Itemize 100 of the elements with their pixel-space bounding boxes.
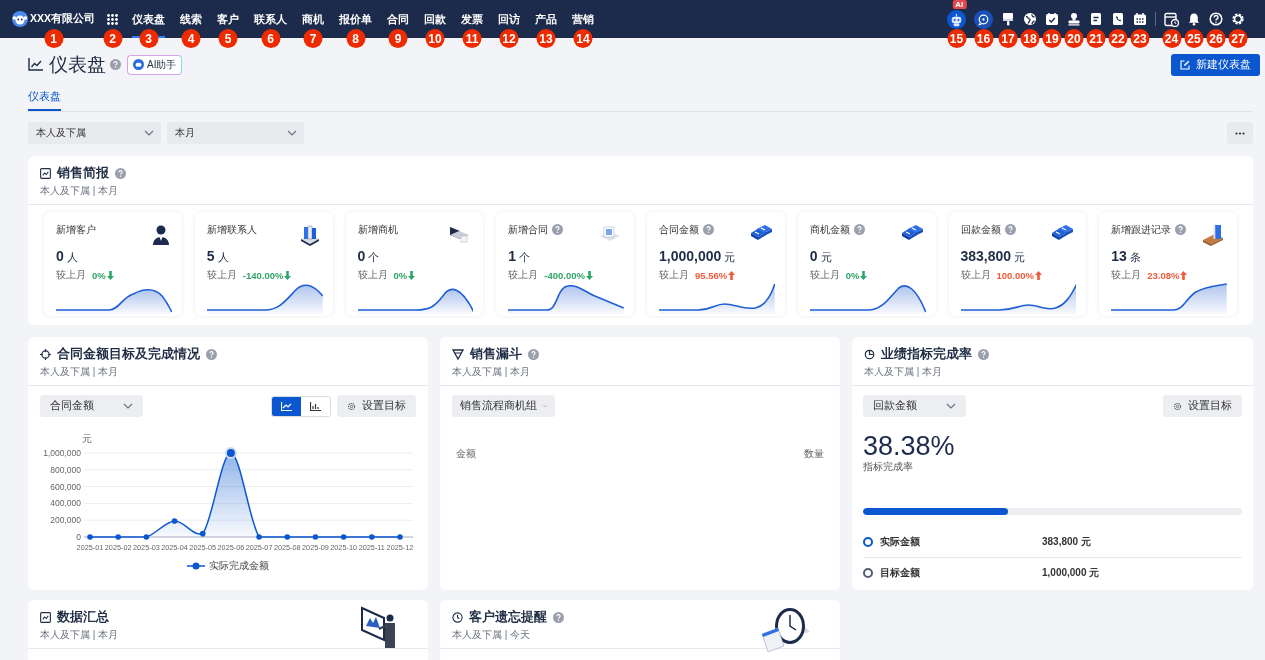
- chat-icon[interactable]: [974, 9, 993, 29]
- nav-tab[interactable]: 回款: [424, 12, 446, 26]
- nav-tab[interactable]: 产品: [535, 12, 557, 26]
- compare-label: 较上月: [659, 268, 689, 282]
- change-value: 100.00%: [996, 269, 1034, 281]
- nav-tab[interactable]: 回访: [498, 12, 520, 26]
- kpi-card[interactable]: 新增商机 0 个 较上月 0%: [345, 212, 484, 316]
- funnel-icon: [452, 349, 464, 360]
- kpi-unit: 个: [368, 250, 380, 265]
- pie-chart-icon: [864, 349, 875, 360]
- filter-dropdown[interactable]: 本月: [167, 122, 304, 144]
- apps-grid-icon[interactable]: [107, 13, 118, 25]
- number-marker: 20: [1064, 29, 1084, 48]
- chart-point: [340, 534, 347, 540]
- nav-tab[interactable]: 营销: [572, 12, 594, 26]
- chevron-down-icon: [123, 403, 133, 409]
- nav-tab[interactable]: 报价单: [339, 12, 372, 26]
- globe-icon[interactable]: [1023, 12, 1037, 26]
- set-target-button[interactable]: 设置目标: [1163, 395, 1242, 417]
- chart-point: [171, 518, 178, 524]
- line-view-button[interactable]: [272, 396, 301, 416]
- compare-label: 较上月: [56, 268, 86, 282]
- panel-title: 业绩指标完成率: [881, 346, 972, 363]
- scope-label: 本人及下属 | 本月: [40, 365, 120, 379]
- number-marker: 6: [261, 29, 280, 48]
- help-icon[interactable]: [1209, 12, 1223, 26]
- calendar-clock-icon[interactable]: [1164, 11, 1179, 27]
- amount-label: 实际金额: [880, 535, 920, 549]
- nav-tab[interactable]: 合同: [387, 12, 409, 26]
- nav-tab[interactable]: 仪表盘: [132, 12, 165, 26]
- filter-dropdown[interactable]: 本人及下属: [28, 122, 161, 144]
- chart-point: [199, 530, 206, 537]
- phone-book-icon[interactable]: [1111, 12, 1125, 26]
- chart-point: [224, 447, 237, 459]
- person-icon: [151, 224, 170, 246]
- kpi-title: 回款金额: [960, 222, 1001, 237]
- nav-tab[interactable]: 线索: [180, 12, 202, 26]
- kpi-card[interactable]: 回款金额 383,800 元 较上月 100.00%: [948, 212, 1087, 316]
- metric-dropdown[interactable]: 合同金额: [40, 395, 143, 417]
- number-marker: 14: [573, 29, 593, 48]
- number-marker: 4: [181, 29, 201, 48]
- number-marker: 11: [462, 29, 482, 48]
- kpi-title: 商机金额: [809, 222, 850, 237]
- kpi-card[interactable]: 新增客户 0 人 较上月 0%: [44, 212, 182, 316]
- kpi-card[interactable]: 新增跟进记录 13 条 较上月 23.08%: [1099, 212, 1237, 316]
- chart-point: [397, 534, 403, 540]
- legend-label: 实际完成金额: [209, 559, 269, 573]
- settings-icon[interactable]: [1231, 12, 1245, 26]
- chevron-down-icon: [946, 403, 956, 409]
- metric-dropdown[interactable]: 回款金额: [863, 395, 966, 417]
- line-chart-icon: [281, 401, 292, 411]
- panel-title: 销售简报: [57, 165, 109, 182]
- scope-label: 本人及下属 | 本月: [40, 628, 120, 642]
- kpi-title: 新增合同: [508, 222, 549, 237]
- kpi-card[interactable]: 合同金额 1,000,000 元 较上月 95.56%: [647, 212, 785, 316]
- legend-icon: [187, 562, 205, 570]
- kpi-unit: 元: [820, 250, 832, 265]
- group-dropdown[interactable]: 销售流程商机组: [452, 395, 555, 417]
- nav-tab[interactable]: 发票: [461, 12, 483, 26]
- y-tick-label: 200,000: [50, 515, 81, 526]
- kpi-card[interactable]: 商机金额 0 元 较上月 0%: [797, 212, 936, 316]
- dashboard-tab[interactable]: 仪表盘: [28, 88, 61, 111]
- kpi-title: 新增商机: [357, 222, 398, 237]
- document-icon[interactable]: [1089, 12, 1103, 26]
- number-marker: 27: [1228, 29, 1248, 48]
- panel-title: 销售漏斗: [470, 346, 522, 363]
- kpi-card[interactable]: 新增合同 1 个 较上月 -400.00%: [496, 212, 634, 316]
- kpi-unit: 条: [1129, 250, 1141, 265]
- number-marker: 26: [1206, 29, 1226, 48]
- kpi-unit: 人: [66, 250, 78, 265]
- number-marker: 7: [303, 29, 323, 48]
- books-icon: [298, 224, 321, 246]
- number-marker: 1: [44, 29, 63, 48]
- company-name[interactable]: XXX有限公司: [30, 12, 95, 26]
- kpi-unit: 个: [519, 250, 531, 265]
- stamp-icon[interactable]: [1067, 12, 1081, 26]
- number-marker: 15: [947, 29, 966, 48]
- nav-tab[interactable]: 客户: [217, 12, 239, 26]
- nav-tab[interactable]: 联系人: [254, 12, 287, 26]
- ai-assistant-button[interactable]: AI助手: [127, 54, 183, 75]
- calendar-check-icon[interactable]: [1045, 12, 1059, 26]
- number-marker: 5: [218, 29, 238, 48]
- kpi-card[interactable]: 新增联系人 5 人 较上月 -140.00%: [194, 212, 333, 316]
- line-chart-icon: [40, 168, 51, 179]
- clock-icon: [452, 612, 463, 623]
- kpi-value: 13: [1111, 248, 1127, 264]
- bell-icon[interactable]: [1187, 12, 1201, 26]
- set-target-button[interactable]: 设置目标: [337, 395, 416, 417]
- kpi-value: 5: [206, 248, 215, 264]
- rate-label: 指标完成率: [863, 460, 914, 474]
- new-dashboard-button[interactable]: 新建仪表盘: [1171, 53, 1260, 76]
- number-marker: 8: [346, 29, 365, 48]
- y-tick-label: 600,000: [50, 481, 81, 492]
- nav-tab[interactable]: 商机: [302, 12, 324, 26]
- more-icon: [1235, 131, 1245, 135]
- calendar-icon[interactable]: [1133, 12, 1147, 26]
- y-tick-label: 0: [76, 532, 81, 542]
- number-marker: 19: [1042, 29, 1062, 48]
- chart-point: [143, 534, 150, 540]
- brush-icon[interactable]: [1001, 12, 1015, 26]
